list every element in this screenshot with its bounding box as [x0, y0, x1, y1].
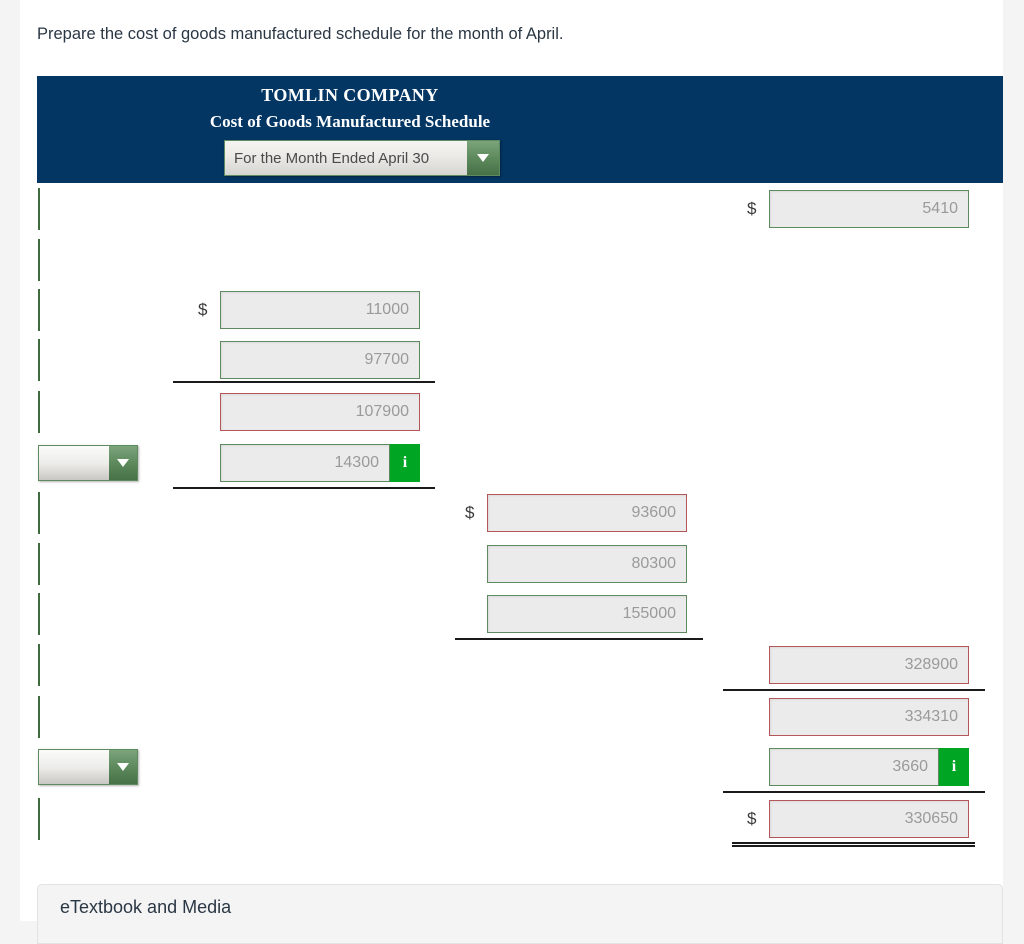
schedule-grid: $5410 $11000 97700 107900 14300 i $93600 80300 1… — [20, 0, 1003, 921]
amount-input-r11[interactable]: 334310 — [769, 698, 969, 736]
chevron-down-icon[interactable] — [109, 446, 137, 480]
amount-input-r8[interactable]: 80300 — [487, 545, 687, 583]
currency-symbol: $ — [747, 809, 757, 828]
amount-input-r3[interactable]: 11000 — [220, 291, 420, 329]
account-label-field-r3[interactable] — [38, 289, 40, 331]
subtotal-rule-d2 — [723, 791, 985, 793]
currency-symbol: $ — [747, 199, 757, 218]
currency-symbol: $ — [465, 503, 475, 522]
amount-input-r9[interactable]: 155000 — [487, 595, 687, 633]
account-label-field-r5[interactable] — [38, 391, 40, 433]
account-label-field-r1[interactable] — [38, 188, 40, 230]
amount-field-group-r12: 3660 i — [769, 748, 969, 786]
subtotal-rule-b2 — [173, 487, 435, 489]
account-label-field-r8[interactable] — [38, 543, 40, 585]
page-right-margin — [1003, 0, 1024, 921]
account-select-r12[interactable] — [38, 749, 138, 785]
account-label-field-r10[interactable] — [38, 644, 40, 686]
amount-field-group-r6: 14300 i — [220, 444, 420, 482]
account-select-value — [39, 750, 109, 784]
etextbook-label: eTextbook and Media — [60, 897, 232, 917]
account-label-field-r9[interactable] — [38, 593, 40, 635]
currency-symbol: $ — [198, 300, 208, 319]
subtotal-rule-d1 — [723, 689, 985, 691]
account-select-value — [39, 446, 109, 480]
amount-input-r7[interactable]: 93600 — [487, 494, 687, 532]
account-label-field-r13[interactable] — [38, 798, 40, 840]
info-icon[interactable]: i — [939, 748, 969, 786]
account-label-field-r11[interactable] — [38, 696, 40, 738]
account-select-r6[interactable] — [38, 445, 138, 481]
chevron-down-icon[interactable] — [109, 750, 137, 784]
account-label-field-r2[interactable] — [38, 239, 40, 281]
info-icon[interactable]: i — [390, 444, 420, 482]
amount-input-r1[interactable]: 5410 — [769, 190, 969, 228]
account-label-field-r7[interactable] — [38, 492, 40, 534]
amount-input-r4[interactable]: 97700 — [220, 341, 420, 379]
amount-input-r13[interactable]: 330650 — [769, 800, 969, 838]
amount-input-r6[interactable]: 14300 — [220, 444, 390, 482]
account-label-field-r4[interactable] — [38, 339, 40, 381]
amount-input-r12[interactable]: 3660 — [769, 748, 939, 786]
grand-total-double-rule — [732, 842, 975, 847]
subtotal-rule-b1 — [173, 381, 435, 383]
etextbook-panel[interactable]: eTextbook and Media — [37, 884, 1003, 944]
subtotal-rule-c1 — [455, 638, 703, 640]
page-left-margin — [0, 0, 20, 921]
worksheet-page: Prepare the cost of goods manufactured s… — [20, 0, 1003, 944]
amount-input-r5[interactable]: 107900 — [220, 393, 420, 431]
amount-input-r10[interactable]: 328900 — [769, 646, 969, 684]
